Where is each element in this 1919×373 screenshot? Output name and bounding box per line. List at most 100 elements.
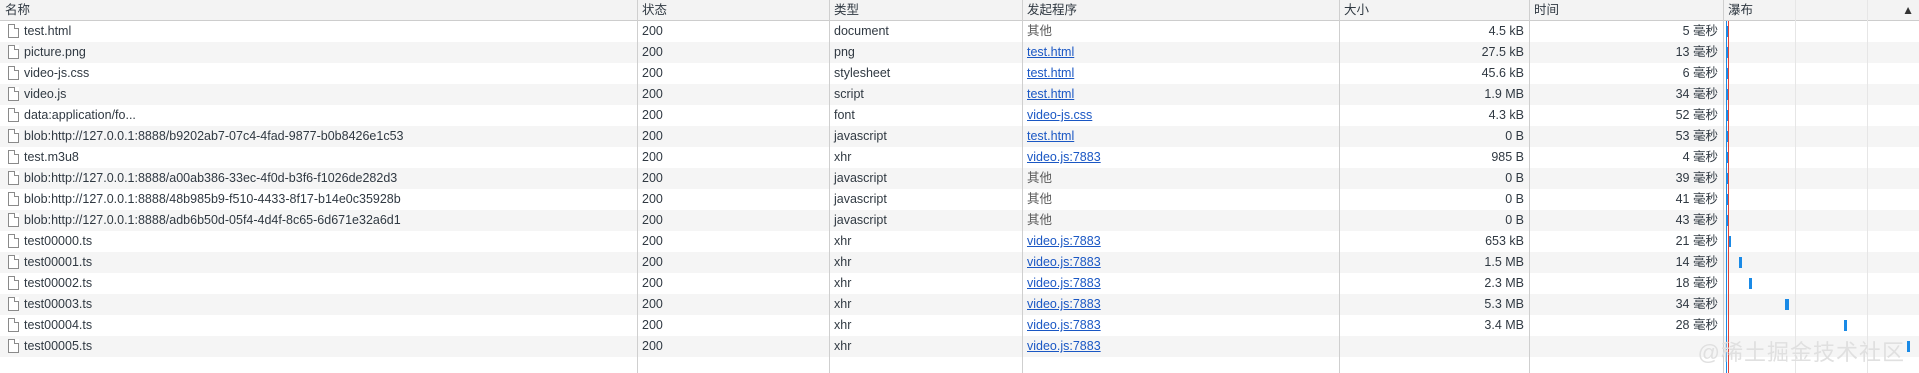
column-divider[interactable] bbox=[1339, 0, 1340, 373]
request-name: test00001.ts bbox=[24, 255, 93, 269]
request-name-cell[interactable]: test00002.ts bbox=[0, 273, 637, 294]
table-row[interactable]: blob:http://127.0.0.1:8888/b9202ab7-07c4… bbox=[0, 126, 1919, 147]
table-row[interactable]: test.m3u8 200 xhr video.js:7883 985 B 4 毫秒 bbox=[0, 147, 1919, 168]
column-divider[interactable] bbox=[829, 0, 830, 373]
table-row[interactable]: blob:http://127.0.0.1:8888/a00ab386-33ec… bbox=[0, 168, 1919, 189]
initiator-cell-text[interactable]: video.js:7883 bbox=[1027, 234, 1101, 248]
initiator-cell-text[interactable]: video.js:7883 bbox=[1027, 276, 1101, 290]
column-divider[interactable] bbox=[1723, 0, 1724, 373]
initiator-cell-text[interactable]: test.html bbox=[1027, 45, 1074, 59]
column-header-status[interactable]: 状态 bbox=[637, 0, 829, 20]
waterfall-bar[interactable] bbox=[1748, 278, 1752, 289]
type-cell-text: xhr bbox=[834, 297, 852, 311]
column-divider[interactable] bbox=[1529, 0, 1530, 373]
table-row[interactable]: test00004.ts 200 xhr video.js:7883 3.4 MB 28 … bbox=[0, 315, 1919, 336]
time-cell bbox=[1529, 336, 1723, 357]
table-row[interactable]: blob:http://127.0.0.1:8888/48b985b9-f510… bbox=[0, 189, 1919, 210]
time-cell: 14 毫秒 bbox=[1529, 252, 1723, 273]
type-cell-text: document bbox=[834, 24, 889, 38]
table-row[interactable]: picture.png 200 png test.html 27.5 kB 13 毫秒 bbox=[0, 42, 1919, 63]
request-name-cell[interactable]: test00003.ts bbox=[0, 294, 637, 315]
request-name-cell[interactable]: test00000.ts bbox=[0, 231, 637, 252]
request-name-cell[interactable]: video.js bbox=[0, 84, 637, 105]
request-name-cell[interactable]: video-js.css bbox=[0, 63, 637, 84]
status-cell: 200 bbox=[637, 21, 829, 42]
initiator-cell: 其他 bbox=[1022, 189, 1339, 210]
size-cell-text: 5.3 MB bbox=[1484, 297, 1524, 311]
time-cell-text: 52 毫秒 bbox=[1675, 108, 1718, 122]
request-name-cell[interactable]: blob:http://127.0.0.1:8888/48b985b9-f510… bbox=[0, 189, 637, 210]
type-cell: xhr bbox=[829, 147, 1022, 168]
initiator-cell-text[interactable]: test.html bbox=[1027, 66, 1074, 80]
size-cell: 985 B bbox=[1339, 147, 1529, 168]
initiator-cell-text[interactable]: video.js:7883 bbox=[1027, 150, 1101, 164]
initiator-cell-text[interactable]: test.html bbox=[1027, 87, 1074, 101]
table-row[interactable]: blob:http://127.0.0.1:8888/adb6b50d-05f4… bbox=[0, 210, 1919, 231]
request-name-cell[interactable]: picture.png bbox=[0, 42, 637, 63]
request-name-cell[interactable]: test00001.ts bbox=[0, 252, 637, 273]
table-row[interactable]: test00002.ts 200 xhr video.js:7883 2.3 MB 18 … bbox=[0, 273, 1919, 294]
file-icon bbox=[8, 150, 19, 164]
time-cell: 13 毫秒 bbox=[1529, 42, 1723, 63]
request-name-cell[interactable]: test00005.ts bbox=[0, 336, 637, 357]
table-row[interactable]: test00003.ts 200 xhr video.js:7883 5.3 MB 34 … bbox=[0, 294, 1919, 315]
initiator-cell: test.html bbox=[1022, 84, 1339, 105]
column-divider[interactable] bbox=[1022, 0, 1023, 373]
column-divider[interactable] bbox=[637, 0, 638, 373]
column-header-initiator[interactable]: 发起程序 bbox=[1022, 0, 1339, 20]
initiator-cell: video.js:7883 bbox=[1022, 315, 1339, 336]
status-cell-text: 200 bbox=[642, 66, 663, 80]
table-row[interactable]: test00005.ts 200 xhr video.js:7883 bbox=[0, 336, 1919, 357]
waterfall-bar[interactable] bbox=[1784, 299, 1789, 310]
table-row[interactable]: test.html 200 document 其他 4.5 kB 5 毫秒 bbox=[0, 21, 1919, 42]
column-header-size[interactable]: 大小 bbox=[1339, 0, 1529, 20]
waterfall-bar[interactable] bbox=[1906, 341, 1910, 352]
initiator-cell-text[interactable]: video.js:7883 bbox=[1027, 339, 1101, 353]
column-header-name[interactable]: 名称 bbox=[0, 0, 637, 20]
type-cell-text: xhr bbox=[834, 318, 852, 332]
request-name-cell[interactable]: blob:http://127.0.0.1:8888/adb6b50d-05f4… bbox=[0, 210, 637, 231]
initiator-cell-text[interactable]: video.js:7883 bbox=[1027, 297, 1101, 311]
size-cell: 27.5 kB bbox=[1339, 42, 1529, 63]
size-cell-text: 1.9 MB bbox=[1484, 87, 1524, 101]
time-cell: 34 毫秒 bbox=[1529, 294, 1723, 315]
waterfall-bar[interactable] bbox=[1739, 257, 1743, 268]
type-cell: stylesheet bbox=[829, 63, 1022, 84]
waterfall-bar[interactable] bbox=[1843, 320, 1847, 331]
table-row[interactable]: test00000.ts 200 xhr video.js:7883 653 kB 21 … bbox=[0, 231, 1919, 252]
request-name-cell[interactable]: blob:http://127.0.0.1:8888/b9202ab7-07c4… bbox=[0, 126, 637, 147]
type-cell-text: xhr bbox=[834, 234, 852, 248]
size-cell-text: 0 B bbox=[1505, 192, 1524, 206]
request-name-cell[interactable]: blob:http://127.0.0.1:8888/a00ab386-33ec… bbox=[0, 168, 637, 189]
time-cell: 41 毫秒 bbox=[1529, 189, 1723, 210]
waterfall-cell bbox=[1723, 105, 1919, 126]
request-name-cell[interactable]: test.html bbox=[0, 21, 637, 42]
table-row[interactable]: video.js 200 script test.html 1.9 MB 34 毫秒 bbox=[0, 84, 1919, 105]
type-cell: javascript bbox=[829, 210, 1022, 231]
table-row[interactable]: video-js.css 200 stylesheet test.html 45.6 k… bbox=[0, 63, 1919, 84]
initiator-cell-text[interactable]: video.js:7883 bbox=[1027, 318, 1101, 332]
request-name-cell[interactable]: test00004.ts bbox=[0, 315, 637, 336]
initiator-cell-text[interactable]: video-js.css bbox=[1027, 108, 1092, 122]
waterfall-cell bbox=[1723, 294, 1919, 315]
table-row[interactable]: data:application/fo... 200 font video-js.cs… bbox=[0, 105, 1919, 126]
size-cell: 4.3 kB bbox=[1339, 105, 1529, 126]
request-name-cell[interactable]: test.m3u8 bbox=[0, 147, 637, 168]
waterfall-cell bbox=[1723, 315, 1919, 336]
status-cell: 200 bbox=[637, 105, 829, 126]
time-cell: 53 毫秒 bbox=[1529, 126, 1723, 147]
column-header-waterfall[interactable]: 瀑布 ▲ bbox=[1723, 0, 1919, 20]
initiator-cell-text[interactable]: test.html bbox=[1027, 129, 1074, 143]
column-header-type[interactable]: 类型 bbox=[829, 0, 1022, 20]
column-header-time[interactable]: 时间 bbox=[1529, 0, 1723, 20]
request-name-cell[interactable]: data:application/fo... bbox=[0, 105, 637, 126]
size-cell: 3.4 MB bbox=[1339, 315, 1529, 336]
watermark: @稀土掘金技术社区 bbox=[1697, 340, 1905, 365]
initiator-cell-text[interactable]: video.js:7883 bbox=[1027, 255, 1101, 269]
size-cell bbox=[1339, 336, 1529, 357]
status-cell: 200 bbox=[637, 210, 829, 231]
size-cell: 1.5 MB bbox=[1339, 252, 1529, 273]
sort-ascending-icon[interactable]: ▲ bbox=[1902, 0, 1914, 20]
table-row[interactable]: test00001.ts 200 xhr video.js:7883 1.5 MB 14 … bbox=[0, 252, 1919, 273]
status-cell: 200 bbox=[637, 273, 829, 294]
